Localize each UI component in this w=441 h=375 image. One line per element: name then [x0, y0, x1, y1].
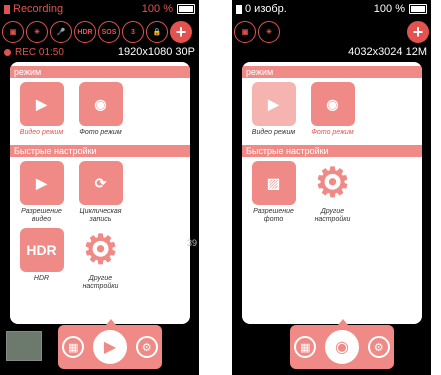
- quick-hdr[interactable]: HDR HDR: [12, 228, 71, 291]
- mode-video-label: Видео режим: [251, 129, 296, 136]
- photo-info: 4032x3024 12M: [236, 46, 427, 58]
- mode-photo[interactable]: ◉ Фото режим: [303, 82, 362, 137]
- settings-panel: режим ▶ Видео режим ◉ Фото режим Быстрые…: [242, 62, 422, 324]
- image-count-icon: [236, 4, 242, 14]
- status-right: 100 %: [374, 3, 427, 15]
- plus-icon[interactable]: +: [407, 21, 429, 43]
- status-bar: 0 изобр. 100 %: [236, 2, 427, 16]
- quick-label: Другие настройки: [314, 208, 351, 223]
- battery-icon: [177, 4, 195, 14]
- image-count-label: 0 изобр.: [245, 3, 287, 15]
- mic-icon[interactable]: 🎤: [50, 21, 72, 43]
- mode-video[interactable]: ▶ Видео режим: [12, 82, 71, 137]
- camera-icon: ◉: [78, 82, 123, 126]
- mode-video[interactable]: ▶ Видео режим: [244, 82, 303, 137]
- recording-label: Recording: [13, 3, 64, 15]
- video-icon: ▶: [251, 82, 296, 126]
- phone-screen-photo: 0 изобр. 100 % ▣ ☀ + 4032x3024 12M режим…: [232, 0, 431, 375]
- recording-info: REC 01:50 1920x1080 30P: [4, 46, 195, 58]
- brightness-icon[interactable]: ☀: [258, 21, 280, 43]
- section-mode: режим: [10, 66, 190, 78]
- timer-icon[interactable]: 3: [122, 21, 144, 43]
- brightness-icon[interactable]: ☀: [26, 21, 48, 43]
- status-left: Recording: [4, 3, 63, 15]
- battery-small-icon: [4, 4, 10, 14]
- plus-icon[interactable]: +: [170, 21, 192, 43]
- section-quick: Быстрые настройки: [10, 145, 190, 157]
- video-icon: ▶: [19, 82, 64, 126]
- take-photo-icon[interactable]: ◉: [324, 330, 359, 364]
- record-video-icon[interactable]: ▶: [92, 330, 127, 364]
- quick-other-settings[interactable]: ⚙ Другие настройки: [303, 161, 362, 224]
- quick-other-settings[interactable]: ⚙ Другие настройки: [71, 228, 130, 291]
- phone-screen-icon[interactable]: ▣: [234, 21, 256, 43]
- sos-icon[interactable]: SOS: [98, 21, 120, 43]
- battery-percent: 100 %: [373, 3, 405, 15]
- status-right: 100 %: [142, 3, 195, 15]
- side-number: 39: [186, 238, 197, 248]
- quick-label: Циклическая запись: [79, 208, 122, 223]
- hdr-icon[interactable]: HDR: [74, 21, 96, 43]
- quick-label: Другие настройки: [82, 275, 119, 290]
- quick-photo-resolution[interactable]: ▨ Разрешение фото: [244, 161, 303, 224]
- battery-icon: [409, 4, 427, 14]
- quick-video-resolution[interactable]: ▶ Разрешение видео: [12, 161, 71, 224]
- settings-icon[interactable]: ⚙: [135, 336, 158, 358]
- battery-percent: 100 %: [141, 3, 173, 15]
- section-quick: Быстрые настройки: [242, 145, 422, 157]
- resolution-label: 4032x3024 12M: [348, 46, 427, 58]
- last-capture-thumbnail[interactable]: [6, 331, 42, 361]
- lock-icon[interactable]: 🔒: [146, 21, 168, 43]
- rec-dot-icon: [4, 48, 11, 56]
- mode-photo[interactable]: ◉ Фото режим: [71, 82, 130, 137]
- status-bar: Recording 100 %: [4, 2, 195, 16]
- section-mode: режим: [242, 66, 422, 78]
- loop-record-icon: ⟳: [78, 161, 123, 205]
- mode-photo-label: Фото режим: [79, 129, 122, 136]
- phone-screen-icon[interactable]: ▣: [2, 21, 24, 43]
- settings-panel: режим ▶ Видео режим ◉ Фото режим Быстрые…: [10, 62, 190, 324]
- bottom-mode-bar: ▦ ◉ ⚙: [290, 325, 394, 369]
- film-icon: ▶: [19, 161, 64, 205]
- top-toolbar: ▣ ☀ 🎤 HDR SOS 3 🔒 +: [2, 20, 197, 44]
- mode-video-label: Видео режим: [19, 129, 64, 136]
- gallery-icon[interactable]: ▦: [62, 336, 85, 358]
- image-icon: ▨: [251, 161, 296, 205]
- gear-icon: ⚙: [82, 228, 119, 272]
- camera-icon: ◉: [310, 82, 355, 126]
- gear-icon: ⚙: [314, 161, 351, 205]
- top-toolbar: ▣ ☀ +: [234, 20, 429, 44]
- bottom-mode-bar: ▦ ▶ ⚙: [58, 325, 162, 369]
- resolution-label: 1920x1080 30P: [117, 46, 195, 58]
- quick-label: HDR: [33, 275, 50, 282]
- rec-time: REC 01:50: [15, 46, 64, 58]
- status-left: 0 изобр.: [236, 3, 287, 15]
- quick-label: Разрешение фото: [253, 208, 294, 223]
- settings-icon[interactable]: ⚙: [367, 336, 390, 358]
- gallery-icon[interactable]: ▦: [294, 336, 317, 358]
- phone-screen-video: Recording 100 % ▣ ☀ 🎤 HDR SOS 3 🔒 + REC …: [0, 0, 199, 375]
- quick-loop-record[interactable]: ⟳ Циклическая запись: [71, 161, 130, 224]
- mode-photo-label: Фото режим: [311, 129, 354, 136]
- hdr-icon: HDR: [19, 228, 64, 272]
- quick-label: Разрешение видео: [21, 208, 62, 223]
